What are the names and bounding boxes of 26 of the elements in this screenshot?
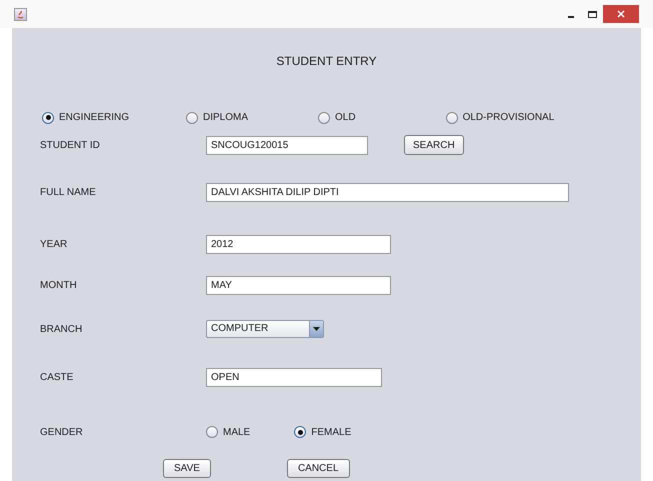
radio-button[interactable]: MALE bbox=[206, 424, 250, 440]
field-label: GENDER bbox=[40, 426, 84, 440]
radio-button[interactable]: ENGINEERING bbox=[42, 110, 130, 125]
close-icon bbox=[617, 10, 625, 18]
close-button[interactable] bbox=[603, 5, 639, 23]
field-label: BRANCH bbox=[40, 322, 84, 336]
text-field[interactable]: 2012 bbox=[206, 234, 391, 254]
text-field[interactable]: OPEN bbox=[206, 368, 382, 386]
java-app-icon bbox=[14, 8, 27, 20]
branch-dropdown[interactable]: COMPUTER bbox=[206, 320, 324, 338]
save-button[interactable]: SAVE bbox=[163, 459, 211, 478]
radio-button[interactable]: OLD-PROVISIONAL bbox=[446, 110, 554, 125]
radio-button[interactable]: FEMALE bbox=[294, 424, 352, 440]
radio-button[interactable]: DIPLOMA bbox=[186, 110, 248, 125]
text-field[interactable]: MAY bbox=[206, 276, 391, 294]
field-label: MONTH bbox=[40, 278, 78, 292]
field-label: STUDENT ID bbox=[40, 138, 101, 152]
field-label: YEAR bbox=[40, 238, 68, 252]
cancel-button[interactable]: CANCEL bbox=[286, 459, 350, 478]
radio-button[interactable]: OLD bbox=[318, 110, 356, 125]
search-button[interactable]: SEARCH bbox=[404, 135, 464, 155]
field-label: FULL NAME bbox=[40, 186, 97, 200]
text-field[interactable]: SNCOUG120015 bbox=[206, 136, 368, 154]
field-label: CASTE bbox=[40, 370, 74, 384]
form-heading: STUDENT ENTRY bbox=[276, 53, 377, 70]
text-field[interactable]: DALVI AKSHITA DILIP DIPTI bbox=[206, 182, 569, 202]
